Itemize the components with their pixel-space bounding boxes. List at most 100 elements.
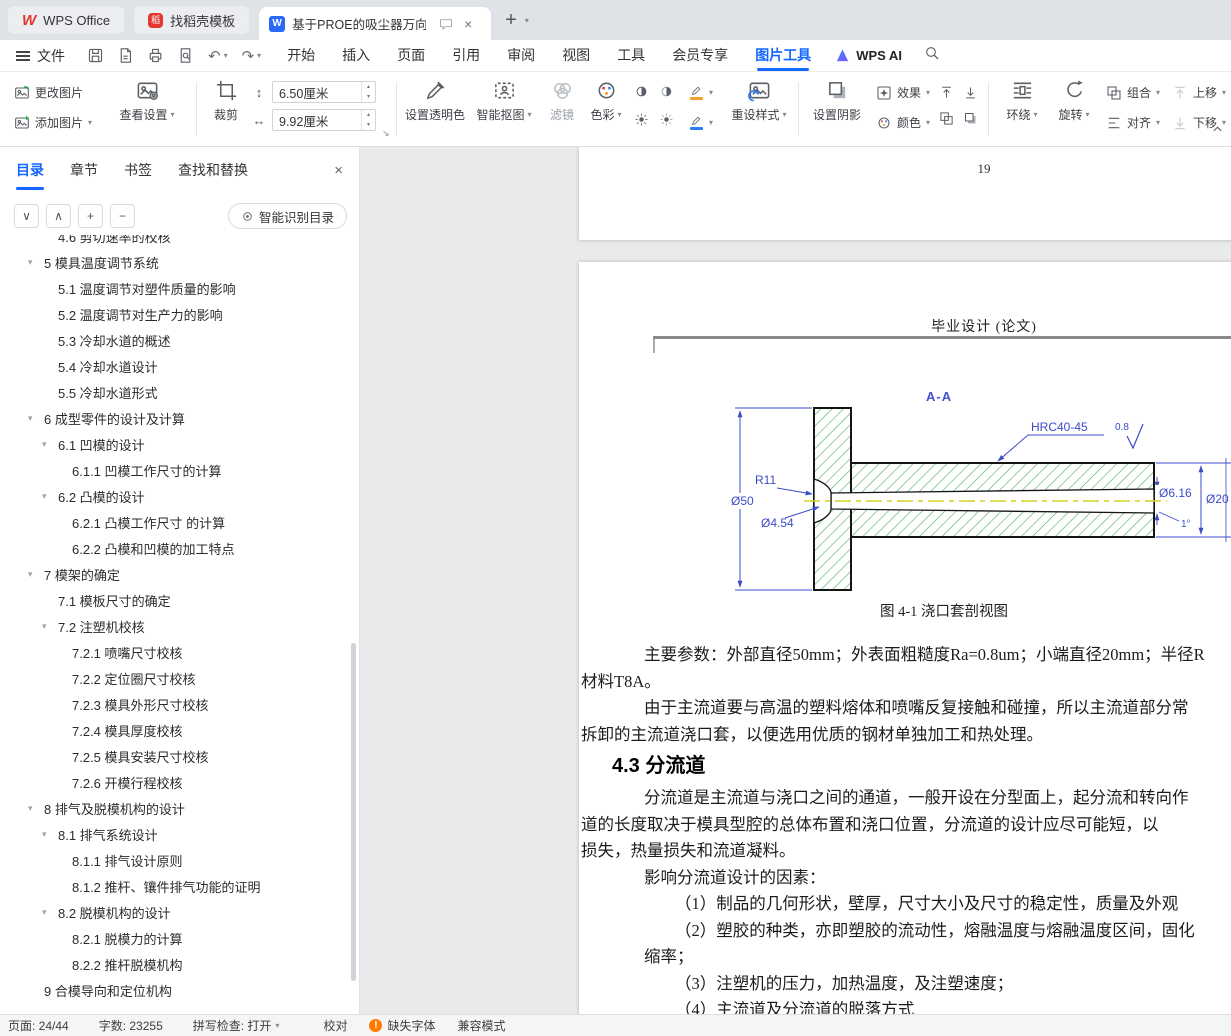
toc-prev-heading-button[interactable]: ∧: [46, 204, 71, 228]
effects-button[interactable]: 效果 ▾: [872, 80, 934, 105]
toc-item[interactable]: 7.2.5 模具安装尺寸校核: [0, 743, 359, 769]
search-button[interactable]: [924, 45, 940, 66]
size-dialog-launcher-icon[interactable]: ↘: [382, 128, 390, 139]
tab-wps-home[interactable]: W WPS Office: [8, 6, 125, 34]
set-shadow-button[interactable]: 设置阴影: [806, 79, 868, 123]
vividness-button[interactable]: ▾: [684, 80, 717, 105]
toc-collapse-button[interactable]: −: [110, 204, 135, 228]
toc-expand-arrow[interactable]: ▾: [28, 803, 44, 814]
status-missing-font[interactable]: ! 缺失字体: [369, 1017, 435, 1034]
set-transparent-color-button[interactable]: 设置透明色: [402, 79, 468, 123]
status-word-count[interactable]: 字数: 23255: [99, 1017, 163, 1034]
toc-item[interactable]: ▾ 8.2 脱模机构的设计: [0, 899, 359, 925]
chat-bubble-icon[interactable]: [439, 17, 453, 31]
rotate-button[interactable]: 旋转 ▾: [1050, 79, 1098, 123]
bring-front-button[interactable]: [936, 108, 957, 129]
toc-item[interactable]: 7.2.2 定位圈尺寸校核: [0, 665, 359, 691]
increase-contrast-button[interactable]: [630, 80, 653, 103]
status-proofread[interactable]: 校对: [323, 1017, 347, 1034]
toc-item[interactable]: 8.2.1 脱模力的计算: [0, 925, 359, 951]
decrease-brightness-button[interactable]: [655, 108, 678, 131]
toc-item[interactable]: 5.3 冷却水道的概述: [0, 327, 359, 353]
undo-icon[interactable]: ↶: [208, 47, 221, 65]
toc-item[interactable]: 7.2.4 模具厚度校核: [0, 717, 359, 743]
increase-brightness-button[interactable]: [630, 108, 653, 131]
toc-item[interactable]: 7.2.6 开模行程校核: [0, 769, 359, 795]
toc-expand-button[interactable]: +: [78, 204, 103, 228]
menu-tab-页面[interactable]: 页面: [397, 40, 425, 71]
menu-tab-开始[interactable]: 开始: [287, 40, 315, 71]
toc-item[interactable]: ▾ 8.1 排气系统设计: [0, 821, 359, 847]
toc-item[interactable]: 5.2 温度调节对生产力的影响: [0, 301, 359, 327]
view-settings-button[interactable]: 查看设置 ▾: [114, 79, 180, 123]
toc-item[interactable]: 7.1 模板尺寸的确定: [0, 587, 359, 613]
sidebar-scrollbar[interactable]: [351, 643, 356, 981]
width-stepper[interactable]: ▴ ▾: [361, 110, 375, 130]
sidebar-tab-书签[interactable]: 书签: [124, 160, 152, 180]
toc-item[interactable]: 9 合模导向和定位机构: [0, 977, 359, 1003]
toc-expand-arrow[interactable]: ▾: [42, 491, 58, 502]
height-stepper[interactable]: ▴ ▾: [361, 82, 375, 102]
crop-button[interactable]: 裁剪: [204, 79, 248, 123]
sidebar-tab-查找和替换[interactable]: 查找和替换: [178, 160, 248, 180]
print-preview-icon[interactable]: [177, 47, 194, 64]
toc-expand-arrow[interactable]: ▾: [42, 621, 58, 632]
toc-item[interactable]: 8.1.2 推杆、镶件排气功能的证明: [0, 873, 359, 899]
toc-item[interactable]: 4.6 剪切速率的校核: [0, 235, 359, 249]
menu-tab-引用[interactable]: 引用: [452, 40, 480, 71]
toc-expand-arrow[interactable]: ▾: [28, 413, 44, 424]
toc-item[interactable]: ▾ 7 模架的确定: [0, 561, 359, 587]
toc-item[interactable]: ▾ 7.2 注塑机校核: [0, 613, 359, 639]
group-button[interactable]: 组合 ▾: [1102, 80, 1164, 105]
figure-drawing[interactable]: A-A Ø50 R11 Ø4.54 HRC40-45 0.8 Ø6.16 Ø20…: [579, 390, 1231, 602]
toc-item[interactable]: ▾ 8 排气及脱模机构的设计: [0, 795, 359, 821]
toc-item[interactable]: 8.1.1 排气设计原则: [0, 847, 359, 873]
bring-forward-button[interactable]: [936, 82, 957, 103]
tab-list-chevron-icon[interactable]: ▾: [525, 16, 529, 25]
picture-height-input[interactable]: 6.50厘米 ▴ ▾: [272, 81, 376, 103]
toc-expand-arrow[interactable]: ▾: [42, 439, 58, 450]
toc-expand-arrow[interactable]: ▾: [42, 829, 58, 840]
tab-docer-templates[interactable]: 稻 找稻壳模板: [134, 6, 250, 34]
send-backward-button[interactable]: [960, 82, 981, 103]
undo-chevron-icon[interactable]: ▾: [224, 51, 228, 60]
toc-expand-arrow[interactable]: ▾: [42, 907, 58, 918]
status-compat-mode[interactable]: 兼容模式: [457, 1017, 505, 1034]
menu-tab-工具[interactable]: 工具: [617, 40, 645, 71]
file-menu-button[interactable]: 文件: [16, 46, 65, 66]
toc-item[interactable]: ▾ 6.1 凹模的设计: [0, 431, 359, 457]
export-pdf-icon[interactable]: [117, 47, 134, 64]
reset-style-button[interactable]: 重设样式 ▾: [724, 79, 794, 123]
doc-body-text[interactable]: 主要参数：外部直径50mm；外表面粗糙度Ra=0.8um；小端直径20mm；半径…: [579, 642, 1231, 1014]
filter-button[interactable]: 滤镜: [542, 79, 582, 123]
wrap-button[interactable]: 环绕 ▾: [998, 79, 1046, 123]
toc-item[interactable]: ▾ 6 成型零件的设计及计算: [0, 405, 359, 431]
status-page-indicator[interactable]: 页面: 24/44: [8, 1017, 69, 1034]
toc-item[interactable]: 7.2.1 喷嘴尺寸校核: [0, 639, 359, 665]
toc-item[interactable]: ▾ 5 模具温度调节系统: [0, 249, 359, 275]
sidebar-close-icon[interactable]: ×: [334, 162, 343, 179]
new-tab-icon[interactable]: +: [505, 10, 517, 30]
document-canvas[interactable]: 19 毕业设计 (论文) A-A Ø50 R11 Ø4.54 HRC40-45 …: [360, 147, 1231, 1014]
tab-document-active[interactable]: W 基于PROE的吸尘器万向轮注塑 ×: [259, 7, 492, 40]
menu-tab-插入[interactable]: 插入: [342, 40, 370, 71]
smart-cutout-button[interactable]: 智能抠图 ▾: [472, 79, 536, 123]
toc-item[interactable]: 8.2.2 推杆脱模机构: [0, 951, 359, 977]
toc-expand-arrow[interactable]: ▾: [28, 257, 44, 268]
toc-item[interactable]: 6.2.2 凸模和凹模的加工特点: [0, 535, 359, 561]
toc-item[interactable]: ▾ 6.2 凸模的设计: [0, 483, 359, 509]
move-up-button[interactable]: 上移 ▾: [1168, 80, 1230, 105]
color-tone-button[interactable]: 色彩 ▾: [584, 79, 628, 123]
menu-tab-视图[interactable]: 视图: [562, 40, 590, 71]
redo-icon[interactable]: ↷: [242, 47, 255, 65]
toc-item[interactable]: 5.4 冷却水道设计: [0, 353, 359, 379]
add-picture-button[interactable]: 添加图片 ▾: [10, 110, 96, 135]
sidebar-tab-章节[interactable]: 章节: [70, 160, 98, 180]
toc-item[interactable]: 7.2.3 模具外形尺寸校核: [0, 691, 359, 717]
color-button[interactable]: 颜色 ▾: [872, 110, 934, 135]
redo-chevron-icon[interactable]: ▾: [257, 51, 261, 60]
picture-width-input[interactable]: 9.92厘米 ▴ ▾: [272, 109, 376, 131]
menu-tab-审阅[interactable]: 审阅: [507, 40, 535, 71]
toc-item[interactable]: 6.2.1 凸模工作尺寸 的计算: [0, 509, 359, 535]
toc-next-heading-button[interactable]: ∨: [14, 204, 39, 228]
